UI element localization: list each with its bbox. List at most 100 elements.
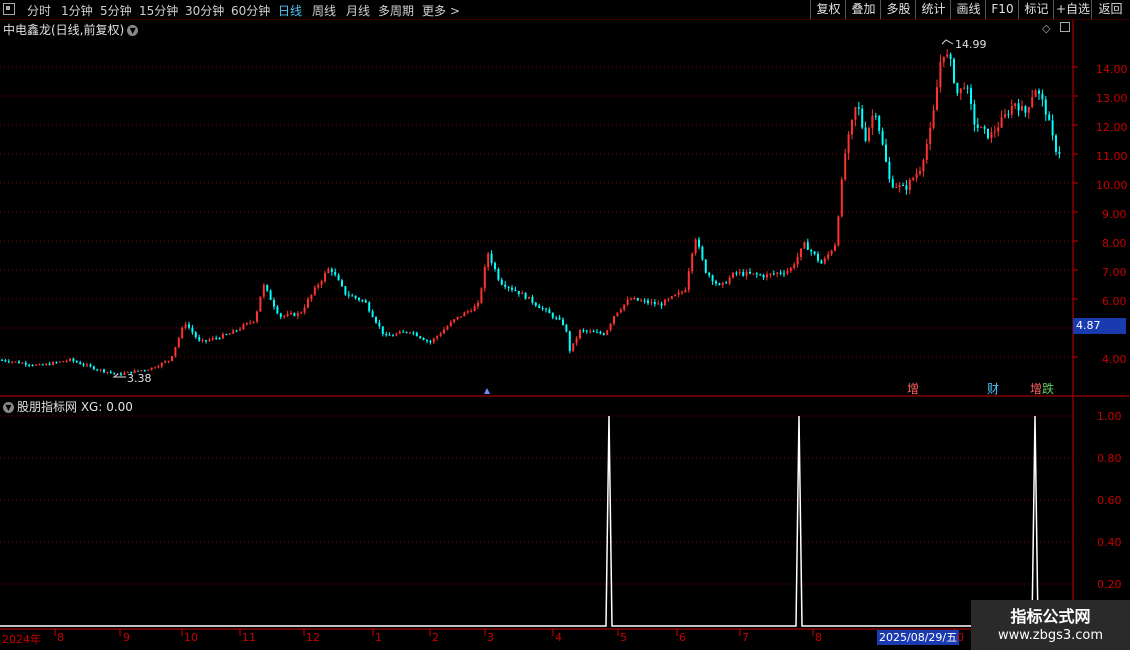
- candle-body: [381, 326, 384, 335]
- candle-body: [446, 326, 449, 330]
- candle-body: [732, 272, 734, 278]
- candle-body: [878, 116, 881, 131]
- candle-body: [470, 311, 473, 313]
- candle-body: [453, 319, 456, 323]
- candle-body: [837, 216, 840, 246]
- candle-body: [844, 153, 847, 180]
- candle-body: [1014, 103, 1017, 106]
- diamond-icon[interactable]: ◇: [1042, 22, 1050, 35]
- candle-body: [215, 337, 218, 339]
- candle-body: [698, 239, 700, 247]
- candle-body: [313, 287, 316, 295]
- candle-body: [517, 291, 520, 295]
- candle-body: [1044, 99, 1047, 115]
- candle-body: [1007, 114, 1010, 116]
- candle-body: [123, 372, 126, 375]
- chevron-down-icon[interactable]: ▼: [127, 25, 139, 36]
- event-marker-increase[interactable]: 增: [907, 382, 919, 396]
- candle-body: [783, 273, 785, 275]
- candle-body: [395, 333, 398, 336]
- candle-body: [721, 282, 724, 285]
- candle-body: [847, 134, 850, 154]
- xtick: 6: [679, 631, 686, 644]
- candle-body: [154, 367, 156, 369]
- candle-body: [568, 331, 571, 351]
- candle-body: [983, 126, 986, 129]
- candle-body: [677, 292, 680, 295]
- candle-body: [966, 87, 969, 89]
- candle-body: [89, 364, 92, 367]
- candle-body: [497, 269, 500, 280]
- candle-body: [286, 313, 289, 316]
- candle-body: [239, 328, 241, 331]
- candle-body: [269, 290, 272, 300]
- candle-body: [908, 179, 911, 190]
- indicator-title-row: ▼ 股朋指标网 XG: 0.00: [3, 398, 133, 415]
- high-arrow: [941, 39, 954, 45]
- candle-body: [602, 333, 605, 335]
- candle-body: [62, 361, 65, 363]
- candle-body: [718, 283, 721, 285]
- xtick: 12: [306, 631, 320, 644]
- candle-body: [368, 302, 371, 312]
- candle-body: [589, 331, 592, 333]
- candle-body: [585, 330, 588, 332]
- candle-body: [636, 298, 639, 301]
- candle-body: [225, 334, 228, 336]
- candle-body: [21, 362, 24, 364]
- candle-body: [579, 329, 581, 339]
- candle-body: [419, 336, 422, 339]
- candle-body: [177, 337, 180, 347]
- event-marker-fall[interactable]: 跌: [1042, 382, 1054, 396]
- candle-body: [562, 319, 564, 325]
- candle-body: [28, 364, 31, 366]
- candle-body: [786, 271, 789, 274]
- candle-body: [548, 309, 551, 314]
- candle-body: [1055, 135, 1057, 152]
- candle-body: [443, 329, 445, 334]
- candle-body: [487, 253, 490, 268]
- candle-body: [898, 185, 901, 188]
- candle-body: [755, 273, 758, 275]
- candle-body: [228, 333, 231, 335]
- candle-body: [334, 272, 337, 275]
- event-marker-finance[interactable]: 财: [987, 382, 999, 396]
- candle-body: [653, 302, 656, 305]
- chevron-down-icon[interactable]: ▼: [3, 402, 14, 413]
- candle-body: [1004, 114, 1006, 118]
- candle-body: [949, 54, 952, 60]
- candle-body: [531, 296, 534, 303]
- candle-body: [1017, 103, 1020, 111]
- candle-body: [915, 173, 918, 179]
- candle-body: [810, 249, 813, 252]
- candle-body: [160, 362, 163, 367]
- candle-body: [1034, 90, 1037, 98]
- candle-body: [738, 272, 741, 274]
- candle-body: [1027, 107, 1030, 113]
- candle-body: [834, 245, 836, 251]
- candle-body: [341, 280, 343, 287]
- watermark-title: 指标公式网: [1010, 607, 1091, 626]
- event-marker-increase[interactable]: 增: [1030, 382, 1042, 396]
- candle-body: [504, 284, 507, 287]
- candle-body: [232, 330, 235, 334]
- candle-body: [191, 327, 194, 333]
- candle-body: [640, 300, 643, 302]
- chart-canvas[interactable]: [0, 0, 1130, 650]
- panel-toggle-icon[interactable]: [1060, 22, 1070, 32]
- candle-body: [980, 126, 983, 128]
- xtick: 7: [742, 631, 749, 644]
- candle-body: [521, 292, 524, 295]
- candle-body: [164, 361, 167, 363]
- candle-body: [147, 369, 150, 371]
- candle-body: [551, 313, 554, 318]
- current-price-tag: 4.87: [1073, 318, 1126, 334]
- candle-body: [320, 281, 323, 285]
- candle-body: [211, 337, 214, 340]
- candle-body: [613, 316, 615, 324]
- candle-body: [891, 179, 894, 188]
- candle-body: [157, 366, 160, 368]
- candle-body: [449, 322, 452, 327]
- candle-body: [806, 242, 809, 250]
- candle-body: [1000, 117, 1003, 128]
